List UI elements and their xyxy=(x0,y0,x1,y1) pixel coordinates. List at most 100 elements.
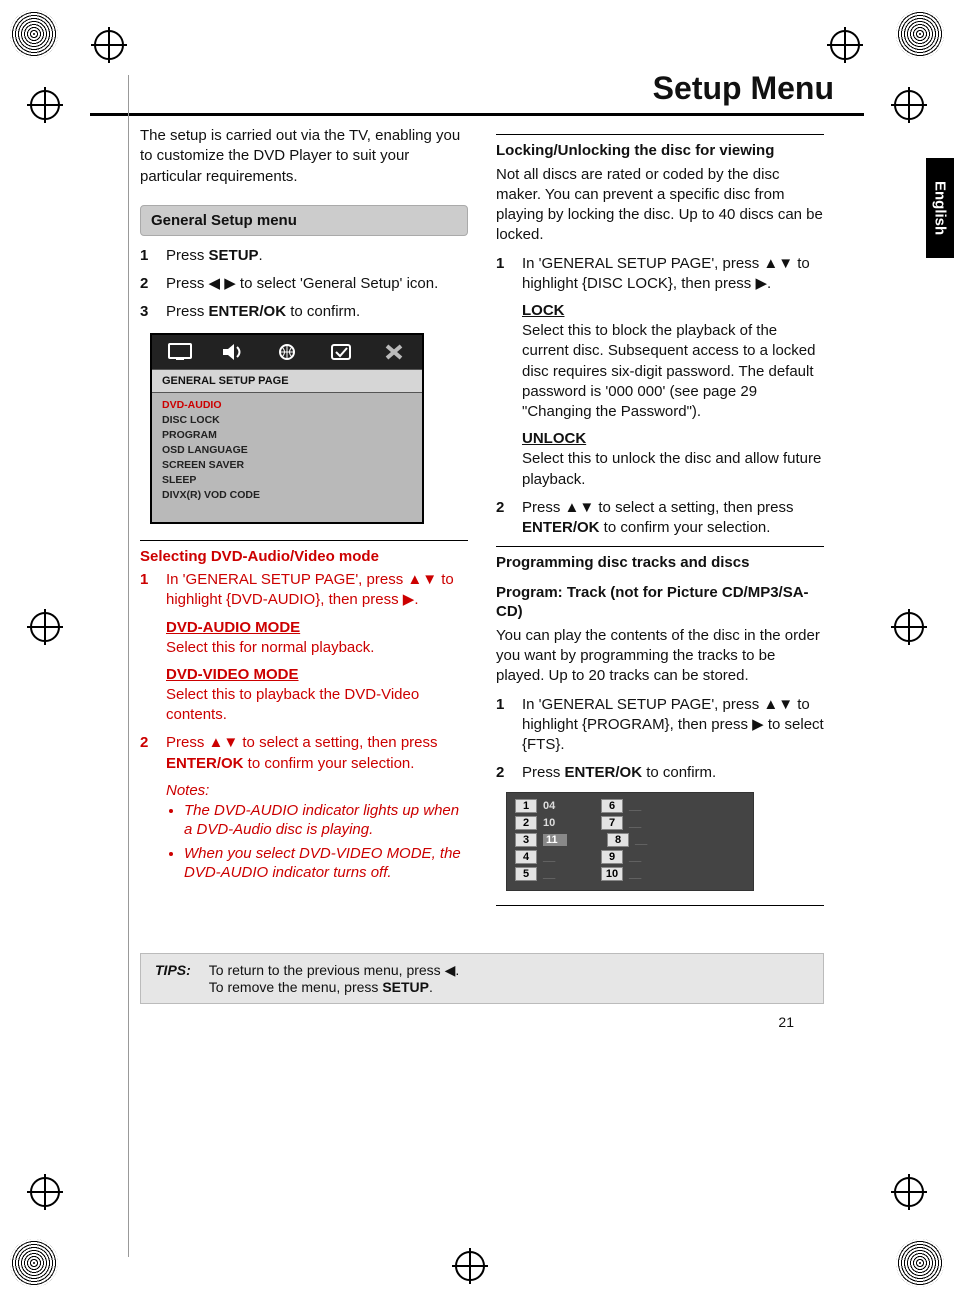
page-margin-rule xyxy=(128,75,129,1257)
subheading-programming: Programming disc tracks and discs xyxy=(496,546,824,573)
step-text: In 'GENERAL SETUP PAGE', press ▲▼ to hig… xyxy=(522,695,824,756)
osd-item: DISC LOCK xyxy=(162,414,412,426)
track-cell: 7 __ xyxy=(601,816,647,830)
track-value: 11 xyxy=(543,834,567,846)
program-track-table: 1046__2107__3118__4__9__5__10__ xyxy=(506,792,754,891)
prog-step-2: 2 Press ENTER/OK to confirm. xyxy=(496,763,824,783)
osd-item: SCREEN SAVER xyxy=(162,459,412,471)
step-text: Press ENTER/OK to confirm. xyxy=(522,763,824,783)
dvdav-step-2: 2 Press ▲▼ to select a setting, then pre… xyxy=(140,733,468,774)
crop-mark-icon xyxy=(896,10,944,58)
content-columns: The setup is carried out via the TV, ena… xyxy=(140,126,824,913)
step-text: In 'GENERAL SETUP PAGE', press ▲▼ to hig… xyxy=(522,254,824,295)
dvdav-step-1: 1 In 'GENERAL SETUP PAGE', press ▲▼ to h… xyxy=(140,570,468,611)
track-slot-number: 3 xyxy=(515,833,537,847)
osd-screenshot: GENERAL SETUP PAGE DVD-AUDIO DISC LOCK P… xyxy=(150,333,424,524)
osd-item: OSD LANGUAGE xyxy=(162,444,412,456)
right-arrow-icon: ▶ xyxy=(755,275,767,292)
step-text: Press ◀ ▶ to select 'General Setup' icon… xyxy=(166,274,468,294)
track-cell: 104 xyxy=(515,799,561,813)
track-cell: 210 xyxy=(515,816,561,830)
left-right-arrow-icon: ◀ ▶ xyxy=(209,275,236,292)
lock-intro: Not all discs are rated or coded by the … xyxy=(496,165,824,246)
track-row: 1046__ xyxy=(515,799,745,813)
step-number: 3 xyxy=(140,302,156,322)
registration-mark-icon xyxy=(455,1251,485,1281)
intro-text: The setup is carried out via the TV, ena… xyxy=(140,126,468,187)
track-slot-number: 1 xyxy=(515,799,537,813)
step-text: In 'GENERAL SETUP PAGE', press ▲▼ to hig… xyxy=(166,570,468,611)
language-tab: English xyxy=(926,158,954,258)
up-down-arrow-icon: ▲▼ xyxy=(763,696,793,713)
close-icon xyxy=(372,341,416,363)
track-slot-number: 5 xyxy=(515,867,537,881)
registration-mark-icon xyxy=(94,30,124,60)
step-number: 2 xyxy=(496,498,512,539)
page-number: 21 xyxy=(140,1014,824,1030)
track-cell: 10 __ xyxy=(601,867,647,881)
osd-item-selected: DVD-AUDIO xyxy=(162,399,412,411)
note-item: When you select DVD-VIDEO MODE, the DVD-… xyxy=(184,844,468,883)
tv-icon xyxy=(158,341,202,363)
crop-mark-icon xyxy=(10,1239,58,1287)
section-rule xyxy=(496,905,824,906)
osd-item: DIVX(R) VOD CODE xyxy=(162,489,412,501)
registration-mark-icon xyxy=(830,30,860,60)
track-value: __ xyxy=(629,817,647,829)
subheading-lock-unlock: Locking/Unlocking the disc for viewing xyxy=(496,134,824,161)
option-lock: LOCK xyxy=(522,302,824,319)
note-item: The DVD-AUDIO indicator lights up when a… xyxy=(184,801,468,840)
step-number: 1 xyxy=(140,246,156,266)
tips-label: TIPS: xyxy=(155,962,191,978)
track-value: __ xyxy=(635,834,653,846)
registration-mark-icon xyxy=(894,90,924,120)
registration-mark-icon xyxy=(894,612,924,642)
track-row: 3 11 8__ xyxy=(515,833,745,847)
option-unlock-text: Select this to unlock the disc and allow… xyxy=(522,449,824,490)
crop-mark-icon xyxy=(896,1239,944,1287)
track-cell: 3 11 xyxy=(515,833,567,847)
osd-item: PROGRAM xyxy=(162,429,412,441)
track-value: __ xyxy=(629,868,647,880)
up-down-arrow-icon: ▲▼ xyxy=(407,571,437,588)
track-cell: 8__ xyxy=(607,833,653,847)
osd-title: GENERAL SETUP PAGE xyxy=(152,369,422,393)
registration-mark-icon xyxy=(30,1177,60,1207)
manual-page: Setup Menu English The setup is carried … xyxy=(0,0,954,1297)
mode-dvd-video: DVD-VIDEO MODE xyxy=(166,666,468,683)
up-down-arrow-icon: ▲▼ xyxy=(565,499,595,516)
mode-dvd-video-text: Select this to playback the DVD-Video co… xyxy=(166,685,468,726)
track-slot-number: 7 xyxy=(601,816,623,830)
general-step-3: 3 Press ENTER/OK to confirm. xyxy=(140,302,468,322)
step-number: 2 xyxy=(140,733,156,774)
track-slot-number: 4 xyxy=(515,850,537,864)
up-down-arrow-icon: ▲▼ xyxy=(763,255,793,272)
program-intro: You can play the contents of the disc in… xyxy=(496,626,824,687)
left-column: The setup is carried out via the TV, ena… xyxy=(140,126,468,913)
track-row: 4__ 9__ xyxy=(515,850,745,864)
right-arrow-icon: ▶ xyxy=(403,591,415,608)
subheading-dvd-av-mode: Selecting DVD-Audio/Video mode xyxy=(140,540,468,567)
right-column: Locking/Unlocking the disc for viewing N… xyxy=(496,126,824,913)
step-text: Press SETUP. xyxy=(166,246,468,266)
osd-menu-list: DVD-AUDIO DISC LOCK PROGRAM OSD LANGUAGE… xyxy=(152,393,422,522)
step-number: 1 xyxy=(496,254,512,295)
track-cell: 9__ xyxy=(601,850,647,864)
mode-dvd-audio: DVD-AUDIO MODE xyxy=(166,619,468,636)
osd-tab-bar xyxy=(152,335,422,369)
step-text: Press ▲▼ to select a setting, then press… xyxy=(522,498,824,539)
step-text: Press ENTER/OK to confirm. xyxy=(166,302,468,322)
registration-mark-icon xyxy=(30,90,60,120)
lock-step-1: 1 In 'GENERAL SETUP PAGE', press ▲▼ to h… xyxy=(496,254,824,295)
track-slot-number: 10 xyxy=(601,867,623,881)
track-cell: 5__ xyxy=(515,867,561,881)
right-arrow-icon: ▶ xyxy=(752,716,764,733)
left-arrow-icon: ◀ xyxy=(445,962,456,978)
prog-step-1: 1 In 'GENERAL SETUP PAGE', press ▲▼ to h… xyxy=(496,695,824,756)
page-title: Setup Menu xyxy=(90,70,864,107)
option-lock-text: Select this to block the playback of the… xyxy=(522,321,824,422)
step-number: 1 xyxy=(140,570,156,611)
track-row: 5__ 10 __ xyxy=(515,867,745,881)
track-value: __ xyxy=(629,800,647,812)
track-cell: 4__ xyxy=(515,850,561,864)
